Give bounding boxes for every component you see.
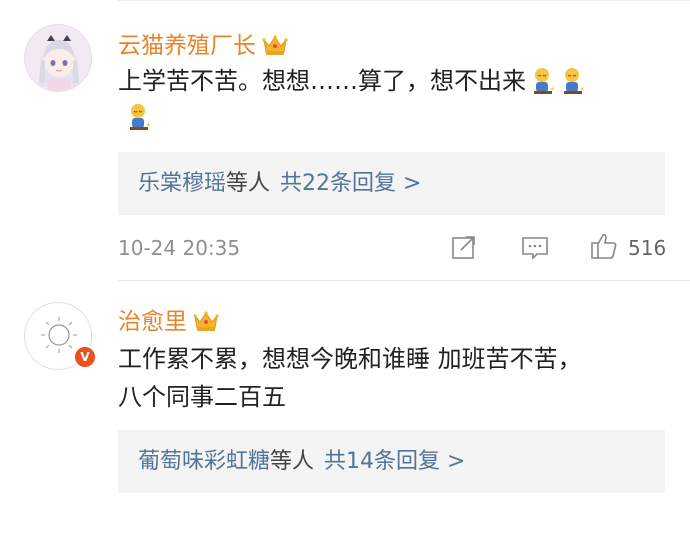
share-icon[interactable]: [451, 234, 477, 264]
comment-icon[interactable]: [521, 235, 549, 265]
avatar[interactable]: [24, 24, 92, 92]
anime-avatar-icon: [25, 25, 91, 91]
reply-usernames[interactable]: 葡萄味彩虹糖: [138, 449, 270, 474]
comment-item-1: 云猫养殖厂长 上学苦不苦。想想……算了，想不出来 乐棠穆瑶等人 共22条回复 > …: [0, 0, 690, 280]
comment-text-line: 八个同事二百五: [118, 383, 286, 411]
reply-etc-label: 等人: [270, 449, 315, 474]
comment-text-line: 上学苦不苦。想想……算了，想不出来: [118, 67, 526, 95]
vip-crown-icon: [262, 34, 288, 62]
username-text[interactable]: 治愈里: [118, 309, 187, 335]
thumbs-up-icon[interactable]: [590, 232, 618, 264]
verified-badge-icon: V: [73, 345, 97, 369]
reply-etc-label: 等人: [226, 171, 271, 196]
like-count: 516: [628, 236, 667, 260]
reply-count-link[interactable]: 共22条回复 >: [280, 171, 421, 196]
comment-text-line: 工作累不累，想想今晚和谁睡 加班苦不苦，: [118, 345, 582, 373]
vip-crown-icon: [193, 310, 219, 338]
crying-emoji-icon: [126, 103, 152, 142]
comment-text-line-2: [118, 98, 678, 142]
replies-summary[interactable]: 乐棠穆瑶等人 共22条回复 >: [118, 152, 665, 215]
comment-text: 工作累不累，想想今晚和谁睡 加班苦不苦， 八个同事二百五: [118, 340, 678, 416]
username-text[interactable]: 云猫养殖厂长: [118, 33, 256, 59]
comment-timestamp: 10-24 20:35: [118, 236, 241, 260]
replies-summary[interactable]: 葡萄味彩虹糖等人 共14条回复 >: [118, 430, 665, 493]
username[interactable]: 云猫养殖厂长: [118, 26, 288, 62]
username[interactable]: 治愈里: [118, 302, 219, 338]
reply-count-link[interactable]: 共14条回复 >: [324, 449, 465, 474]
comment-item-2: V 治愈里 工作累不累，想想今晚和谁睡 加班苦不苦， 八个同事二百五 葡萄味彩虹…: [0, 280, 690, 557]
reply-usernames[interactable]: 乐棠穆瑶: [138, 171, 226, 196]
